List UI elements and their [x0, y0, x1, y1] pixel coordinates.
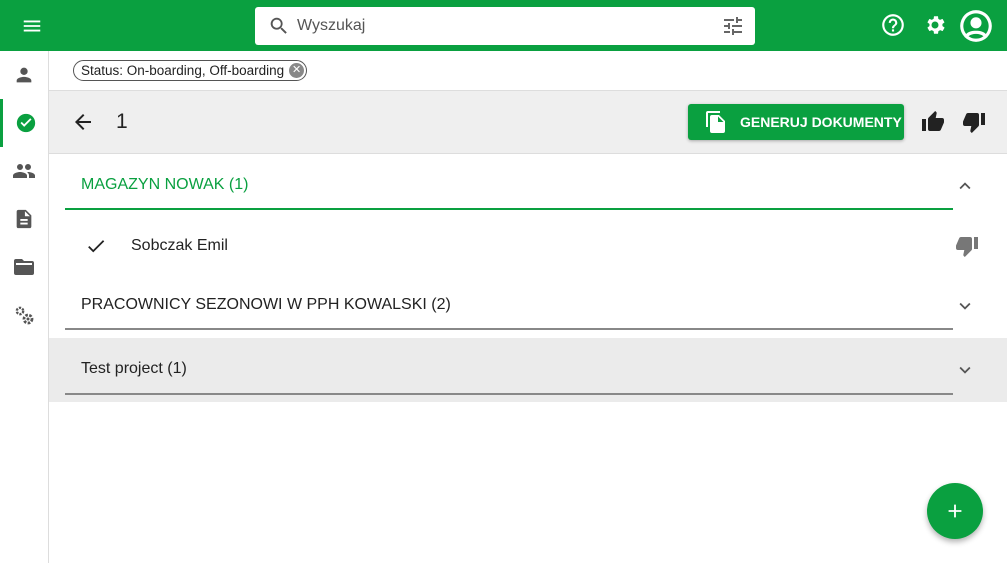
search-icon	[270, 17, 287, 34]
settings-cogs-icon	[15, 306, 34, 325]
account-icon	[960, 10, 992, 42]
group-divider	[65, 328, 953, 330]
sidebar	[0, 51, 49, 563]
approve-all-button[interactable]	[918, 107, 948, 137]
help-icon	[882, 14, 904, 36]
page-toolbar: 1 GENERUJ DOKUMENTY	[49, 91, 1007, 154]
check-icon	[88, 240, 105, 253]
group-pracownicy-sezonowi: PRACOWNICY SEZONOWI W PPH KOWALSKI (2)	[49, 274, 1007, 330]
filter-bar: Status: On-boarding, Off-boarding ✕	[49, 51, 1007, 91]
thumb-up-icon	[922, 111, 944, 131]
group-divider	[65, 393, 953, 395]
help-button[interactable]	[878, 10, 908, 40]
group-header[interactable]: MAGAZYN NOWAK (1)	[65, 154, 953, 210]
reject-all-button[interactable]	[959, 107, 989, 137]
gear-icon	[927, 16, 945, 34]
folder-open-icon	[14, 259, 34, 275]
sidebar-item-settings[interactable]	[0, 291, 48, 339]
plus-icon	[948, 504, 962, 518]
list-item[interactable]: Sobczak Emil	[49, 218, 1007, 274]
page-title: 1	[116, 110, 128, 133]
thumb-down-icon[interactable]	[955, 234, 979, 258]
group-magazyn-nowak: MAGAZYN NOWAK (1)	[49, 154, 1007, 210]
add-fab-button[interactable]	[927, 483, 983, 539]
chevron-down-icon	[959, 366, 971, 374]
check-circle-icon	[16, 113, 35, 133]
group-header[interactable]: PRACOWNICY SEZONOWI W PPH KOWALSKI (2)	[65, 274, 953, 330]
sidebar-item-folders[interactable]	[0, 243, 48, 291]
search-input[interactable]	[297, 13, 697, 39]
filter-chip-status[interactable]: Status: On-boarding, Off-boarding ✕	[73, 60, 308, 81]
group-title: Test project (1)	[81, 360, 187, 377]
sidebar-item-people[interactable]	[0, 147, 48, 195]
chevron-down-icon	[959, 302, 971, 310]
sidebar-item-documents[interactable]	[0, 195, 48, 243]
person-icon	[16, 67, 32, 83]
generate-documents-label: GENERUJ DOKUMENTY	[740, 114, 902, 130]
tune-icon[interactable]	[721, 14, 745, 38]
collapse-button[interactable]	[953, 174, 977, 198]
arrow-back-icon	[75, 114, 91, 130]
generate-documents-button[interactable]: GENERUJ DOKUMENTY	[688, 104, 904, 140]
chevron-up-icon	[959, 182, 971, 190]
member-name: Sobczak Emil	[131, 237, 228, 254]
expand-button[interactable]	[953, 358, 977, 382]
menu-icon	[23, 20, 41, 32]
menu-button[interactable]	[12, 6, 52, 46]
account-button[interactable]	[957, 7, 995, 45]
filter-chip-label: Status: On-boarding, Off-boarding	[81, 63, 285, 78]
chip-remove-icon[interactable]: ✕	[289, 63, 305, 78]
settings-button[interactable]	[920, 10, 950, 40]
group-divider	[65, 208, 953, 210]
sidebar-item-onboarding[interactable]	[0, 99, 48, 147]
document-icon	[16, 209, 32, 229]
file-copy-icon	[704, 109, 728, 135]
sidebar-item-person[interactable]	[0, 51, 48, 99]
group-test-project: Test project (1)	[49, 338, 1007, 402]
top-app-bar	[0, 0, 1007, 51]
group-title: PRACOWNICY SEZONOWI W PPH KOWALSKI (2)	[81, 296, 451, 313]
expand-button[interactable]	[953, 294, 977, 318]
thumb-down-icon	[963, 113, 985, 133]
people-icon	[13, 164, 35, 178]
group-header[interactable]: Test project (1)	[65, 338, 953, 395]
back-button[interactable]	[67, 106, 99, 138]
group-title: MAGAZYN NOWAK (1)	[81, 176, 249, 193]
search-box[interactable]	[255, 7, 755, 45]
